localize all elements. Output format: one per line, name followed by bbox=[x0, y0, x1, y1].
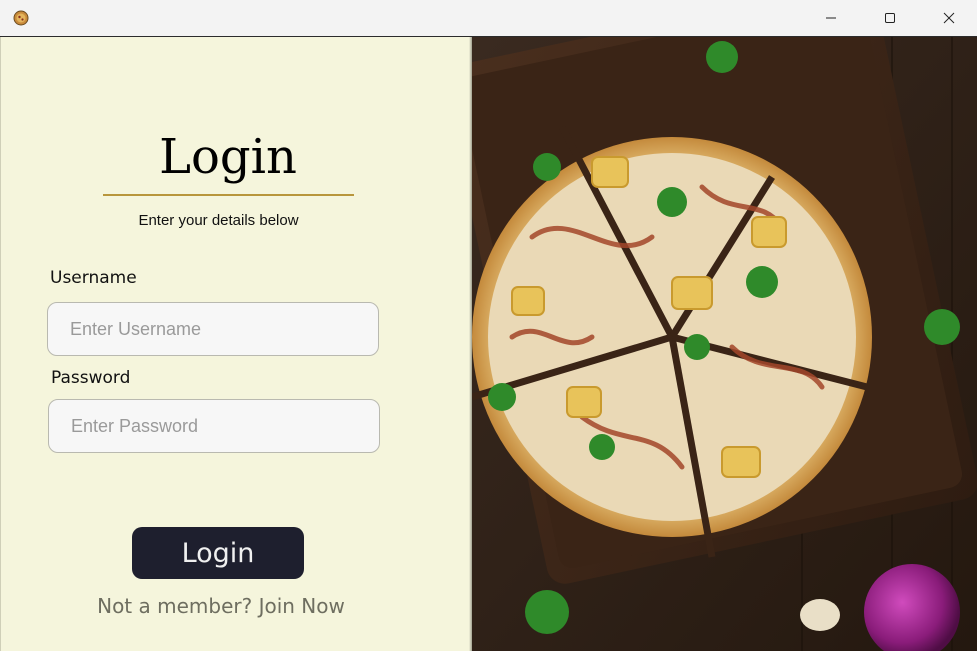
password-label: Password bbox=[51, 368, 131, 388]
login-panel: Login Enter your details below Username … bbox=[0, 37, 472, 651]
maximize-icon bbox=[884, 13, 895, 23]
subtitle: Enter your details below bbox=[138, 212, 299, 229]
close-button[interactable] bbox=[919, 0, 977, 36]
username-input[interactable] bbox=[47, 302, 379, 356]
login-button[interactable]: Login bbox=[132, 527, 304, 579]
page-title: Login bbox=[159, 129, 297, 185]
join-now-link[interactable]: Not a member? Join Now bbox=[61, 594, 381, 618]
app-window: Login Enter your details below Username … bbox=[0, 0, 977, 651]
maximize-button[interactable] bbox=[860, 0, 919, 36]
minimize-button[interactable] bbox=[801, 0, 860, 36]
close-icon bbox=[943, 12, 954, 24]
app-icon bbox=[13, 10, 29, 26]
title-bar[interactable] bbox=[0, 0, 977, 37]
password-input[interactable] bbox=[48, 399, 380, 453]
hero-image bbox=[472, 37, 977, 651]
pizza-illustration bbox=[472, 37, 977, 651]
title-divider bbox=[103, 194, 354, 196]
minimize-icon bbox=[825, 17, 836, 19]
username-label: Username bbox=[50, 268, 137, 288]
